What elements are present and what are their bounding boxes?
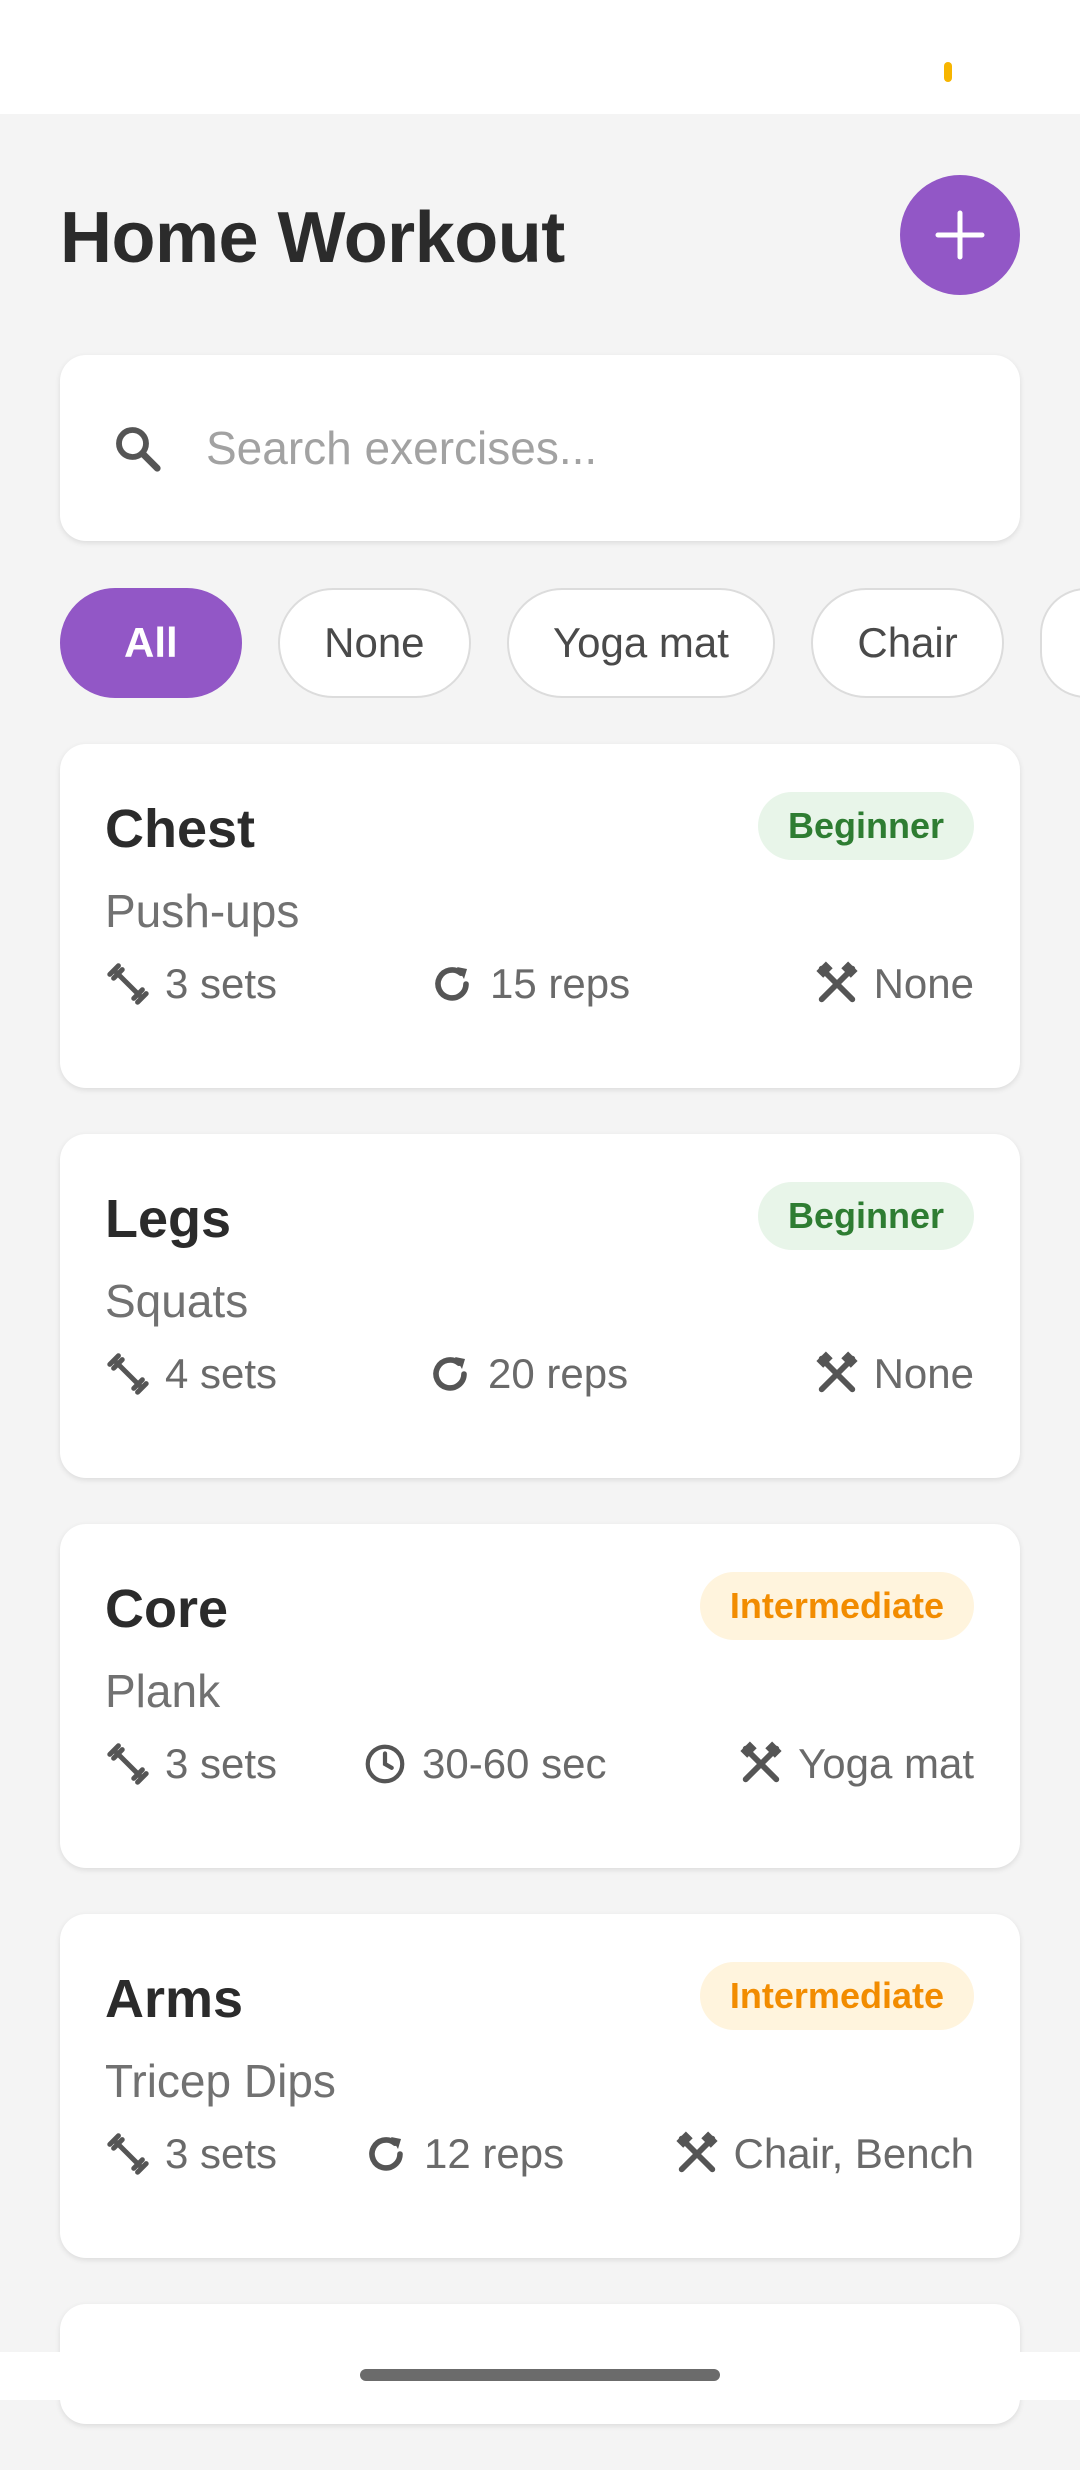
dumbbell-icon xyxy=(107,1353,149,1395)
sets-label: 3 sets xyxy=(165,960,278,1007)
status-bar xyxy=(0,0,1080,114)
difficulty-badge: Intermediate xyxy=(699,1572,974,1640)
amount-label: 30-60 sec xyxy=(422,1740,607,1787)
tools-icon xyxy=(675,2131,718,2173)
add-exercise-button[interactable] xyxy=(900,175,1020,295)
difficulty-badge: Beginner xyxy=(757,1182,974,1250)
equipment-label: Yoga mat xyxy=(798,1740,974,1787)
home-indicator[interactable] xyxy=(360,2369,720,2381)
equipment-info: None xyxy=(814,954,974,1014)
exercise-muscle-group: Core xyxy=(105,1579,229,1639)
amount-label: 20 reps xyxy=(488,1350,629,1397)
equipment-info: Yoga mat xyxy=(738,1734,974,1794)
plus-icon xyxy=(935,210,985,260)
exercise-card[interactable]: Arms Intermediate Tricep Dips 3 sets 12 … xyxy=(60,1914,1020,2258)
amount-label: 12 reps xyxy=(424,2130,565,2177)
repeat-icon xyxy=(435,967,469,1001)
filter-chip-chair[interactable]: Chair xyxy=(811,588,1004,698)
tools-icon xyxy=(816,1351,858,1393)
page-title: Home Workout xyxy=(60,198,565,278)
exercise-card[interactable]: Chest Beginner Push-ups 3 sets 15 reps N… xyxy=(60,744,1020,1088)
search-input[interactable] xyxy=(206,405,966,491)
search-icon xyxy=(116,427,161,472)
repeat-icon xyxy=(369,2137,403,2171)
equipment-info: None xyxy=(814,1344,974,1404)
sets-label: 3 sets xyxy=(165,2130,278,2177)
exercise-list: Chest Beginner Push-ups 3 sets 15 reps N… xyxy=(60,744,1020,2470)
repeat-icon xyxy=(433,1357,467,1391)
exercise-muscle-group: Legs xyxy=(105,1189,232,1249)
filter-chip-all[interactable]: All xyxy=(60,588,242,698)
tools-icon xyxy=(816,961,858,1003)
sets-label: 4 sets xyxy=(165,1350,278,1397)
sets-label: 3 sets xyxy=(165,1740,278,1787)
filter-chip-yoga-mat[interactable]: Yoga mat xyxy=(506,588,775,698)
exercise-muscle-group: Chest xyxy=(105,799,256,859)
dumbbell-icon xyxy=(107,2133,149,2175)
amount-info: 15 reps xyxy=(428,954,630,1014)
equipment-label: None xyxy=(873,960,974,1007)
equipment-label: Chair, Bench xyxy=(733,2130,974,2177)
amount-info: 30-60 sec xyxy=(362,1734,606,1794)
difficulty-badge: Beginner xyxy=(757,792,974,860)
exercise-card[interactable]: Legs Beginner Squats 4 sets 20 reps None xyxy=(60,1134,1020,1478)
equipment-info: Chair, Bench xyxy=(674,2124,974,2184)
tools-icon xyxy=(740,1741,782,1783)
amount-label: 15 reps xyxy=(490,960,631,1007)
exercise-name: Tricep Dips xyxy=(105,2055,336,2107)
exercise-muscle-group: Arms xyxy=(105,1969,244,2029)
amount-info: 12 reps xyxy=(362,2124,564,2184)
exercise-name: Push-ups xyxy=(105,885,300,937)
difficulty-badge: Intermediate xyxy=(699,1962,974,2030)
exercise-name: Squats xyxy=(105,1275,249,1327)
sets-info: 4 sets xyxy=(105,1344,277,1404)
status-indicator-dot xyxy=(944,62,952,82)
filter-chip-partial[interactable] xyxy=(1040,588,1080,698)
dumbbell-icon xyxy=(107,1743,149,1785)
exercise-card[interactable]: Core Intermediate Plank 3 sets 30-60 sec… xyxy=(60,1524,1020,1868)
equipment-label: None xyxy=(873,1350,974,1397)
clock-icon xyxy=(365,1744,405,1784)
sets-info: 3 sets xyxy=(105,954,277,1014)
sets-info: 3 sets xyxy=(105,2124,277,2184)
sets-info: 3 sets xyxy=(105,1734,277,1794)
filter-chip-none[interactable]: None xyxy=(278,588,471,698)
amount-info: 20 reps xyxy=(426,1344,628,1404)
equipment-filter-chips: All None Yoga mat Chair xyxy=(60,588,1080,700)
dumbbell-icon xyxy=(107,963,149,1005)
exercise-name: Plank xyxy=(105,1665,221,1717)
header: Home Workout xyxy=(60,175,1020,297)
search-bar[interactable] xyxy=(60,355,1020,541)
